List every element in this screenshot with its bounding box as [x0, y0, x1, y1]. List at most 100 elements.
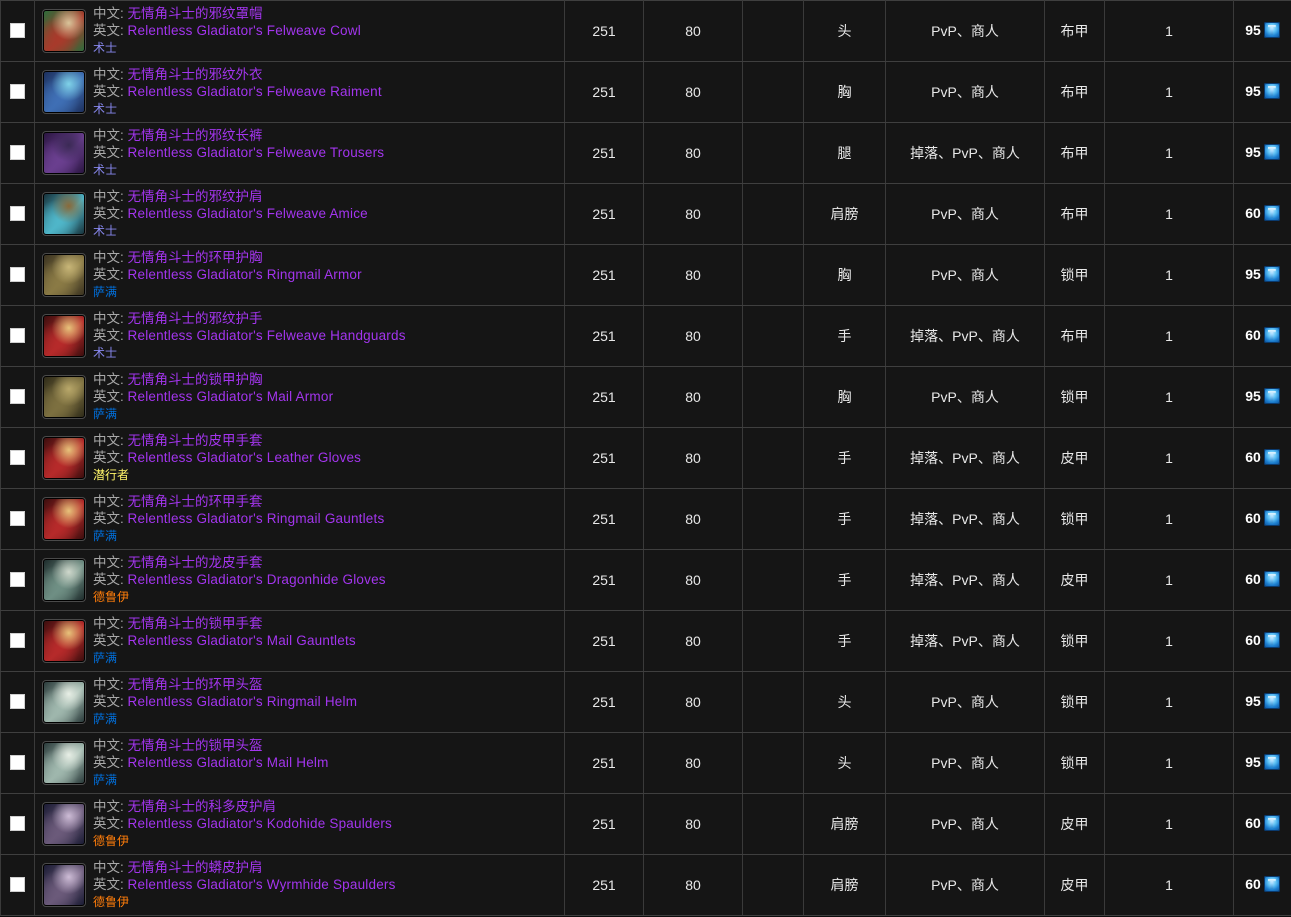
checkbox-unchecked-icon[interactable] [10, 450, 25, 466]
row-select-cell[interactable] [0, 610, 35, 672]
table-row[interactable]: 中文: 无情角斗士的科多皮护肩 英文: Relentless Gladiator'… [0, 793, 1291, 855]
item-name-en[interactable]: Relentless Gladiator's Kodohide Spaulder… [128, 816, 392, 831]
item-name-en[interactable]: Relentless Gladiator's Leather Gloves [128, 450, 362, 465]
item-name-en[interactable]: Relentless Gladiator's Ringmail Helm [128, 694, 358, 709]
row-select-cell[interactable] [0, 488, 35, 550]
item-name-cn[interactable]: 无情角斗士的龙皮手套 [128, 555, 263, 570]
source-cell: 掉落、PvP、商人 [885, 610, 1045, 672]
checkbox-unchecked-icon[interactable] [10, 816, 25, 832]
item-icon-mail-gauntlets[interactable] [43, 620, 85, 662]
item-name-en[interactable]: Relentless Gladiator's Felweave Handguar… [128, 328, 406, 343]
item-icon-felweave-handguards[interactable] [43, 315, 85, 357]
table-row[interactable]: 中文: 无情角斗士的环甲头盔 英文: Relentless Gladiator's… [0, 671, 1291, 733]
table-row[interactable]: 中文: 无情角斗士的皮甲手套 英文: Relentless Gladiator's… [0, 427, 1291, 489]
item-name-cn[interactable]: 无情角斗士的邪纹罩帽 [128, 6, 263, 21]
item-name-en[interactable]: Relentless Gladiator's Ringmail Armor [128, 267, 362, 282]
row-select-cell[interactable] [0, 244, 35, 306]
item-name-cn[interactable]: 无情角斗士的环甲护胸 [128, 250, 263, 265]
table-row[interactable]: 中文: 无情角斗士的邪纹护肩 英文: Relentless Gladiator's… [0, 183, 1291, 245]
checkbox-unchecked-icon[interactable] [10, 84, 25, 100]
item-name-en[interactable]: Relentless Gladiator's Felweave Cowl [128, 23, 361, 38]
item-name-cn[interactable]: 无情角斗士的科多皮护肩 [128, 799, 277, 814]
checkbox-unchecked-icon[interactable] [10, 572, 25, 588]
table-row[interactable]: 中文: 无情角斗士的锁甲手套 英文: Relentless Gladiator's… [0, 610, 1291, 672]
slot-cell: 胸 [803, 244, 886, 306]
row-select-cell[interactable] [0, 732, 35, 794]
item-name-cn[interactable]: 无情角斗士的皮甲手套 [128, 433, 263, 448]
empty-cell [742, 427, 804, 489]
quantity-cell: 1 [1104, 732, 1234, 794]
checkbox-unchecked-icon[interactable] [10, 389, 25, 405]
required-level-cell: 80 [643, 61, 743, 123]
table-row[interactable]: 中文: 无情角斗士的邪纹护手 英文: Relentless Gladiator's… [0, 305, 1291, 367]
checkbox-unchecked-icon[interactable] [10, 145, 25, 161]
row-select-cell[interactable] [0, 854, 35, 916]
item-name-cn[interactable]: 无情角斗士的邪纹护手 [128, 311, 263, 326]
item-icon-ringmail-gauntlets[interactable] [43, 498, 85, 540]
item-icon-felweave-raiment[interactable] [43, 71, 85, 113]
checkbox-unchecked-icon[interactable] [10, 206, 25, 222]
item-name-en[interactable]: Relentless Gladiator's Ringmail Gauntlet… [128, 511, 385, 526]
item-name-cn[interactable]: 无情角斗士的邪纹外衣 [128, 67, 263, 82]
table-row[interactable]: 中文: 无情角斗士的邪纹罩帽 英文: Relentless Gladiator's… [0, 0, 1291, 62]
checkbox-unchecked-icon[interactable] [10, 328, 25, 344]
item-icon-mail-armor[interactable] [43, 376, 85, 418]
checkbox-unchecked-icon[interactable] [10, 877, 25, 893]
item-name-en[interactable]: Relentless Gladiator's Wyrmhide Spaulder… [128, 877, 396, 892]
item-name-en[interactable]: Relentless Gladiator's Felweave Trousers [128, 145, 385, 160]
arena-points-icon [1263, 571, 1280, 587]
required-level-cell: 80 [643, 244, 743, 306]
table-row[interactable]: 中文: 无情角斗士的环甲手套 英文: Relentless Gladiator's… [0, 488, 1291, 550]
checkbox-unchecked-icon[interactable] [10, 694, 25, 710]
table-row[interactable]: 中文: 无情角斗士的龙皮手套 英文: Relentless Gladiator's… [0, 549, 1291, 611]
item-name-cn[interactable]: 无情角斗士的邪纹长裤 [128, 128, 263, 143]
row-select-cell[interactable] [0, 793, 35, 855]
row-select-cell[interactable] [0, 366, 35, 428]
table-row[interactable]: 中文: 无情角斗士的蟒皮护肩 英文: Relentless Gladiator's… [0, 854, 1291, 916]
item-name-cn[interactable]: 无情角斗士的邪纹护肩 [128, 189, 263, 204]
item-name-cn[interactable]: 无情角斗士的环甲手套 [128, 494, 263, 509]
item-name-en[interactable]: Relentless Gladiator's Mail Gauntlets [128, 633, 356, 648]
item-icon-ringmail-helm[interactable] [43, 681, 85, 723]
item-icon-felweave-trousers[interactable] [43, 132, 85, 174]
checkbox-unchecked-icon[interactable] [10, 511, 25, 527]
item-icon-ringmail-armor[interactable] [43, 254, 85, 296]
row-select-cell[interactable] [0, 427, 35, 489]
item-name-cn[interactable]: 无情角斗士的锁甲手套 [128, 616, 263, 631]
item-icon-wyrmhide-spaulders[interactable] [43, 864, 85, 906]
item-icon-kodohide-spaulders[interactable] [43, 803, 85, 845]
row-select-cell[interactable] [0, 0, 35, 62]
checkbox-unchecked-icon[interactable] [10, 755, 25, 771]
item-icon-dragonhide-gloves[interactable] [43, 559, 85, 601]
item-icon-felweave-cowl[interactable] [43, 10, 85, 52]
table-row[interactable]: 中文: 无情角斗士的邪纹外衣 英文: Relentless Gladiator's… [0, 61, 1291, 123]
checkbox-unchecked-icon[interactable] [10, 23, 25, 39]
item-icon-mail-helm[interactable] [43, 742, 85, 784]
row-select-cell[interactable] [0, 122, 35, 184]
item-name-en[interactable]: Relentless Gladiator's Felweave Raiment [128, 84, 382, 99]
table-row[interactable]: 中文: 无情角斗士的环甲护胸 英文: Relentless Gladiator's… [0, 244, 1291, 306]
table-row[interactable]: 中文: 无情角斗士的锁甲头盔 英文: Relentless Gladiator's… [0, 732, 1291, 794]
item-name-cn[interactable]: 无情角斗士的锁甲护胸 [128, 372, 263, 387]
en-label: 英文: [93, 572, 124, 587]
item-icon-felweave-amice[interactable] [43, 193, 85, 235]
checkbox-unchecked-icon[interactable] [10, 633, 25, 649]
table-row[interactable]: 中文: 无情角斗士的锁甲护胸 英文: Relentless Gladiator's… [0, 366, 1291, 428]
row-select-cell[interactable] [0, 305, 35, 367]
item-name-cn[interactable]: 无情角斗士的锁甲头盔 [128, 738, 263, 753]
slot-cell: 手 [803, 488, 886, 550]
item-name-en[interactable]: Relentless Gladiator's Dragonhide Gloves [128, 572, 386, 587]
checkbox-unchecked-icon[interactable] [10, 267, 25, 283]
row-select-cell[interactable] [0, 61, 35, 123]
row-select-cell[interactable] [0, 549, 35, 611]
table-row[interactable]: 中文: 无情角斗士的邪纹长裤 英文: Relentless Gladiator's… [0, 122, 1291, 184]
item-name-en[interactable]: Relentless Gladiator's Mail Helm [128, 755, 329, 770]
item-icon-leather-gloves[interactable] [43, 437, 85, 479]
row-select-cell[interactable] [0, 671, 35, 733]
cost-cell: 95 [1233, 732, 1291, 794]
item-name-en[interactable]: Relentless Gladiator's Felweave Amice [128, 206, 368, 221]
item-name-en[interactable]: Relentless Gladiator's Mail Armor [128, 389, 334, 404]
item-name-cn[interactable]: 无情角斗士的蟒皮护肩 [128, 860, 263, 875]
item-name-cn[interactable]: 无情角斗士的环甲头盔 [128, 677, 263, 692]
row-select-cell[interactable] [0, 183, 35, 245]
